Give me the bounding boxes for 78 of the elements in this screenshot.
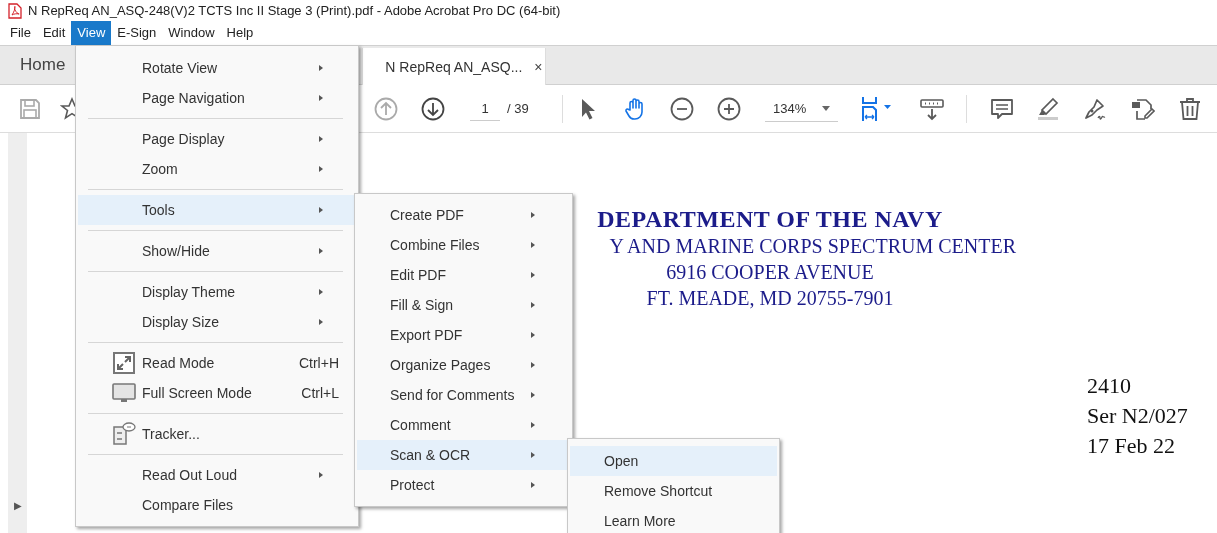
menu-item[interactable]: Display Theme — [78, 277, 356, 307]
menu-item[interactable]: Protect — [357, 470, 570, 500]
menu-item[interactable]: Fill & Sign — [357, 290, 570, 320]
submenu-arrow-icon — [318, 471, 324, 479]
expand-icon — [112, 351, 136, 375]
page-number-field[interactable]: 1 — [470, 96, 500, 121]
monitor-icon — [112, 381, 136, 405]
menu-bar-item[interactable]: File — [4, 21, 37, 45]
menu-item[interactable]: Open — [570, 446, 777, 476]
submenu-arrow-icon — [318, 288, 324, 296]
tracker-icon — [112, 422, 136, 446]
menu-item[interactable]: Scan & OCR — [357, 440, 570, 470]
menu-bar-item[interactable]: Window — [162, 21, 221, 45]
pen-nib-icon[interactable] — [1083, 96, 1107, 121]
window-title: N RepReq AN_ASQ-248(V)2 TCTS Inc II Stage 3 (Print).pdf - Adobe Acrobat Pro DC (64-bit) — [28, 3, 561, 18]
submenu-arrow-icon — [530, 271, 536, 279]
page-count: / 39 — [507, 101, 530, 116]
submenu-arrow-icon — [318, 247, 324, 255]
tab[interactable]: N RepReq AN_ASQ... × — [362, 48, 547, 85]
caret-icon — [822, 105, 830, 111]
submenu-arrow-icon — [318, 165, 324, 173]
submenu-arrow-icon — [530, 301, 536, 309]
menu-bar-item[interactable]: Edit — [36, 21, 72, 45]
menu-item[interactable]: Organize Pages — [357, 350, 570, 380]
document-edit-icon[interactable] — [1131, 96, 1155, 121]
submenu-arrow-icon — [530, 481, 536, 489]
menu-item[interactable]: Edit PDF — [357, 260, 570, 290]
reference-line: 17 Feb 22 — [1087, 432, 1175, 460]
expand-arrow[interactable]: ▶ — [13, 500, 22, 511]
scroll-mode-icon[interactable] — [920, 96, 944, 121]
menu-bar-item[interactable]: Help — [220, 21, 260, 45]
menu-item[interactable]: Rotate View — [78, 53, 356, 83]
submenu-arrow-icon — [530, 361, 536, 369]
menu-item[interactable]: Read Out Loud — [78, 460, 356, 490]
arrow-down-icon[interactable] — [421, 96, 445, 121]
submenu-arrow-icon — [318, 135, 324, 143]
menu-item[interactable]: Tools — [78, 195, 356, 225]
submenu-arrow-icon — [318, 206, 324, 214]
menu-item[interactable]: Zoom — [78, 154, 356, 184]
menu-item[interactable]: Combine Files — [357, 230, 570, 260]
menu-item[interactable]: Compare Files — [78, 490, 356, 520]
submenu-arrow-icon — [530, 391, 536, 399]
menu-item[interactable]: Display Size — [78, 307, 356, 337]
letterhead-line: Y AND MARINE CORPS SPECTRUM CENTER — [609, 234, 1016, 259]
tab[interactable]: Home — [0, 46, 66, 84]
menu-item[interactable]: Page Navigation — [78, 83, 356, 113]
letterhead-title: DEPARTMENT OF THE NAVY — [597, 205, 943, 233]
menu-item[interactable]: Show/Hide — [78, 236, 356, 266]
menu-bar-item[interactable]: View — [71, 21, 112, 45]
submenu-arrow-icon — [530, 241, 536, 249]
zoom-in-icon[interactable] — [717, 96, 741, 121]
reference-line: Ser N2/027 — [1087, 402, 1188, 430]
menu-item[interactable]: Remove Shortcut — [570, 476, 777, 506]
menu-bar-item[interactable]: E-Sign — [111, 21, 163, 45]
submenu-arrow-icon — [318, 318, 324, 326]
submenu-arrow-icon — [318, 64, 324, 72]
fit-page-icon[interactable] — [860, 95, 894, 122]
letterhead-line: FT. MEADE, MD 20755-7901 — [646, 286, 894, 311]
menu-item[interactable]: Create PDF — [357, 200, 570, 230]
menu-item[interactable]: Full Screen Mode Ctrl+L — [78, 378, 356, 408]
submenu-arrow-icon — [530, 331, 536, 339]
submenu-arrow-icon — [530, 451, 536, 459]
menu-item[interactable]: Send for Comments — [357, 380, 570, 410]
menu-item[interactable]: Page Display — [78, 124, 356, 154]
zoom-out-icon[interactable] — [670, 96, 694, 121]
submenu-arrow-icon — [530, 211, 536, 219]
menu-item[interactable]: Comment — [357, 410, 570, 440]
trash-icon[interactable] — [1178, 96, 1202, 121]
menu-item[interactable]: Tracker... — [78, 419, 356, 449]
submenu-arrow-icon — [318, 94, 324, 102]
menu-item[interactable]: Learn More — [570, 506, 777, 533]
comment-icon[interactable] — [990, 96, 1014, 121]
zoom-dropdown[interactable]: 134% — [765, 95, 838, 122]
highlighter-icon[interactable] — [1036, 96, 1060, 121]
submenu-arrow-icon — [530, 421, 536, 429]
reference-line: 2410 — [1087, 372, 1131, 400]
menu-item[interactable]: Export PDF — [357, 320, 570, 350]
letterhead-line: 6916 COOPER AVENUE — [666, 260, 874, 285]
